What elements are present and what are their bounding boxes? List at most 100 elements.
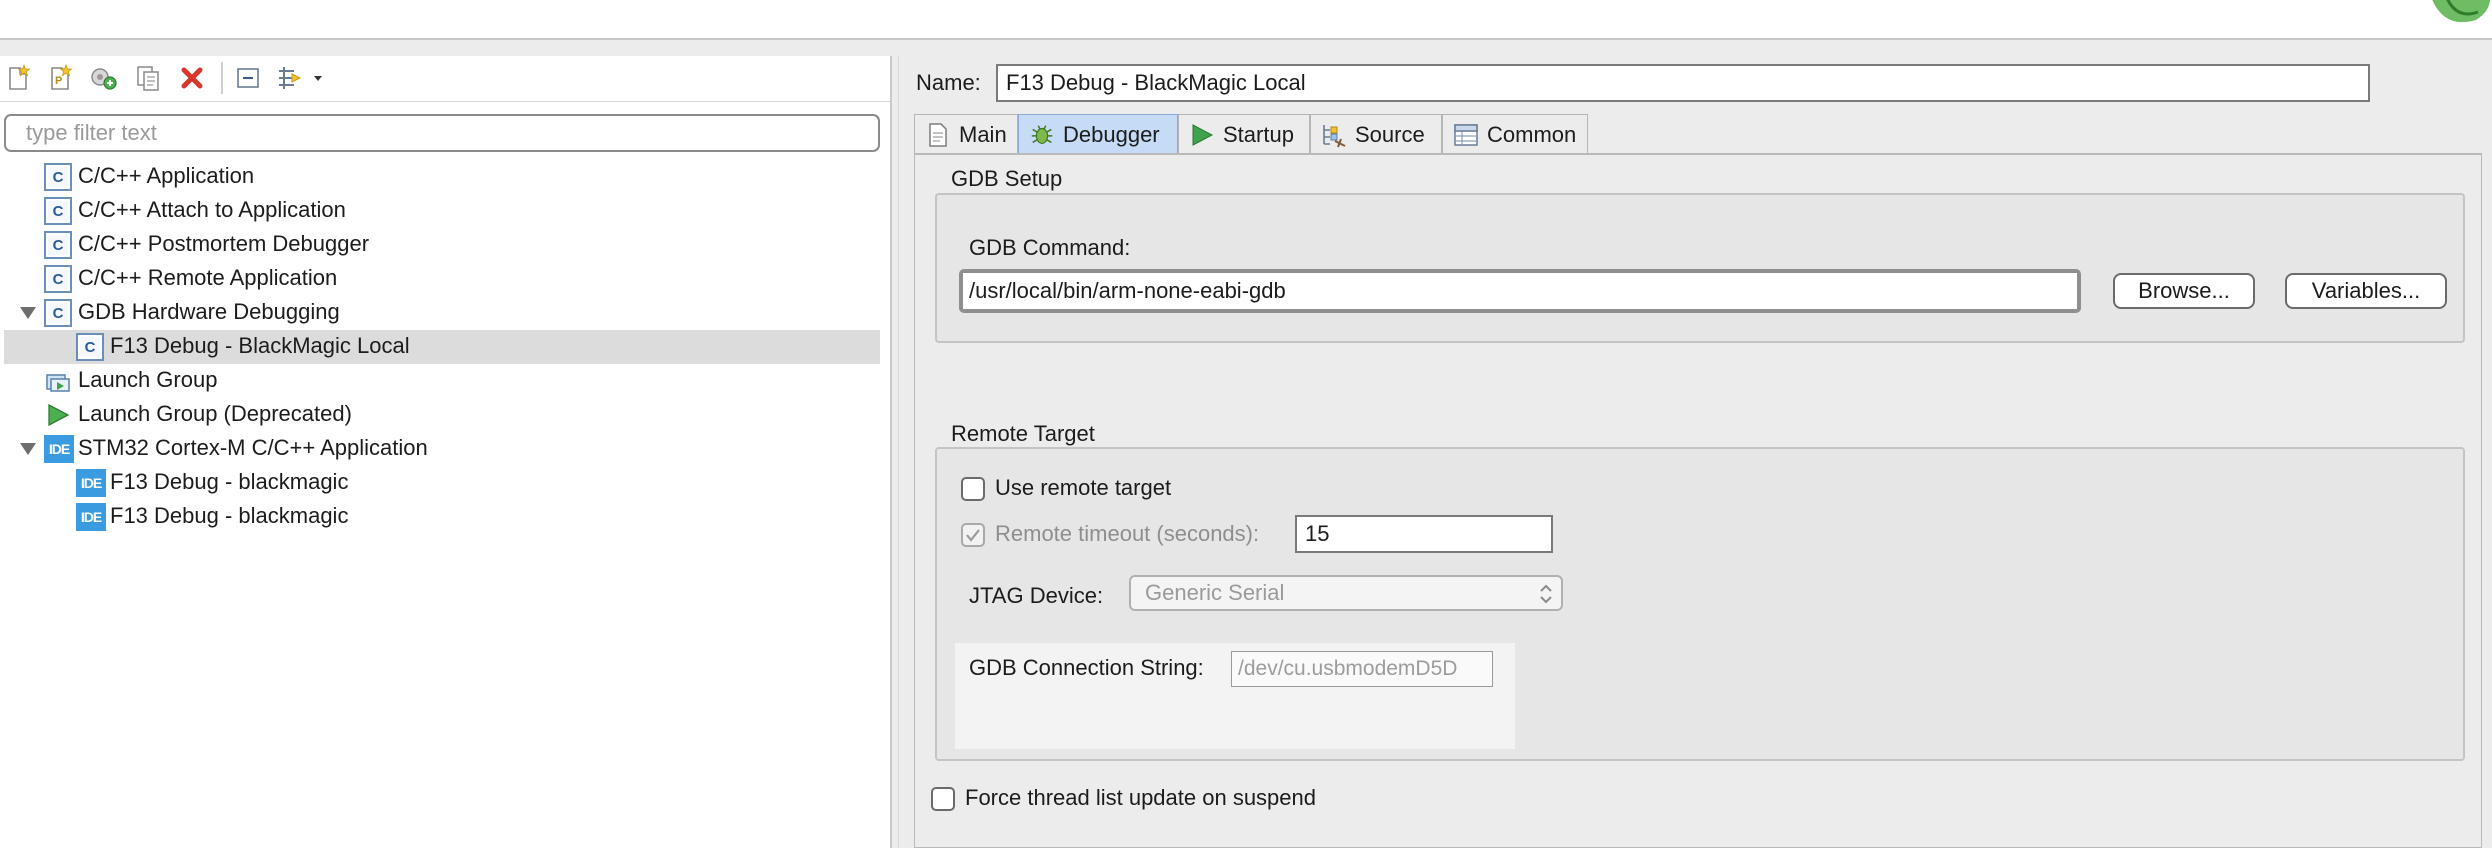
tab-debugger[interactable]: Debugger [1018, 114, 1178, 154]
tab-label: Main [959, 121, 1007, 147]
tree-item-stm32-cortex-m-application[interactable]: IDE STM32 Cortex-M C/C++ Application [4, 432, 880, 466]
remote-timeout-checkbox[interactable] [961, 523, 985, 547]
tree-item-cpp-attach[interactable]: C C/C++ Attach to Application [4, 194, 880, 228]
filter-icon [279, 67, 322, 89]
remote-timeout-label: Remote timeout (seconds): [995, 521, 1260, 546]
gdb-setup-title: GDB Setup [951, 166, 1063, 191]
ide-icon: IDE [76, 469, 106, 497]
c-icon-box: C [44, 299, 72, 327]
tab-main[interactable]: Main [914, 114, 1018, 154]
gdb-command-input[interactable] [963, 273, 2077, 309]
tree-item-f13-debug-blackmagic-2[interactable]: IDE F13 Debug - blackmagic [4, 500, 880, 534]
debugger-bug-icon [1029, 122, 1055, 148]
tree-item-f13-debug-blackmagic-local[interactable]: C F13 Debug - BlackMagic Local [4, 330, 880, 364]
tab-source[interactable]: Source [1310, 114, 1442, 154]
c-icon: C [76, 333, 104, 361]
tab-startup[interactable]: Startup [1178, 114, 1310, 154]
expand-toggle-icon[interactable] [18, 303, 38, 323]
common-table-icon [1453, 122, 1479, 148]
new-launch-config-button[interactable] [2, 62, 34, 94]
tree-item-cpp-application[interactable]: C C/C++ Application [4, 160, 880, 194]
duplicate-button[interactable] [132, 62, 164, 94]
c-icon: C [44, 299, 72, 327]
export-icon [91, 68, 117, 90]
delete-icon [181, 67, 203, 89]
tree-item-label: C/C++ Application [78, 163, 255, 188]
c-icon: C [44, 265, 72, 293]
gdb-command-field[interactable] [959, 269, 2081, 313]
gdb-command-label: GDB Command: [969, 235, 1131, 260]
use-remote-target-label: Use remote target [995, 475, 1172, 500]
export-button[interactable] [88, 62, 120, 94]
tree-item-cpp-postmortem[interactable]: C C/C++ Postmortem Debugger [4, 228, 880, 262]
force-thread-list-checkbox[interactable] [931, 787, 955, 811]
remote-target-title: Remote Target [951, 421, 1095, 446]
c-icon-box: C [76, 333, 104, 361]
source-icon [1321, 122, 1347, 148]
select-arrows-icon [1540, 584, 1552, 604]
gdb-connection-value: /dev/cu.usbmodemD5D [1238, 657, 1458, 680]
collapse-all-button[interactable] [232, 62, 264, 94]
sash-edge [898, 56, 899, 848]
tab-label: Common [1487, 121, 1577, 147]
config-name-input[interactable] [996, 64, 2370, 102]
tab-common[interactable]: Common [1442, 114, 1588, 154]
gdb-connection-input[interactable]: /dev/cu.usbmodemD5D [1231, 651, 1493, 687]
tree-item-label: Launch Group (Deprecated) [78, 401, 352, 426]
filter-input[interactable] [4, 114, 880, 152]
ide-icon-box: IDE [44, 435, 74, 463]
ide-icon: IDE [44, 435, 74, 463]
jtag-device-value: Generic Serial [1145, 580, 1285, 605]
variables-button[interactable]: Variables... [2285, 273, 2447, 309]
gdb-connection-panel: GDB Connection String: /dev/cu.usbmodemD… [955, 643, 1515, 749]
dialog-header-strip [0, 0, 2492, 40]
tree-item-label: STM32 Cortex-M C/C++ Application [78, 435, 428, 460]
tab-label: Startup [1223, 121, 1294, 147]
c-icon: C [44, 197, 72, 225]
remote-timeout-input[interactable] [1295, 515, 1553, 553]
use-remote-target-checkbox[interactable] [961, 477, 985, 501]
checkmark-icon [966, 529, 980, 542]
c-icon: C [44, 163, 72, 191]
tree-item-f13-debug-blackmagic[interactable]: IDE F13 Debug - blackmagic [4, 466, 880, 500]
launch-arrow-icon [44, 401, 72, 429]
tree-item-label: C/C++ Remote Application [78, 265, 338, 290]
tree-item-launch-group-deprecated[interactable]: Launch Group (Deprecated) [4, 398, 880, 432]
launch-config-editor-pane: Name: Main Debugger [900, 56, 2492, 848]
tree-item-label: C/C++ Attach to Application [78, 197, 346, 222]
delete-button[interactable] [176, 62, 208, 94]
force-thread-list-label: Force thread list update on suspend [965, 785, 1317, 810]
gdb-connection-label: GDB Connection String: [969, 655, 1204, 680]
tree-item-gdb-hardware-debugging[interactable]: C GDB Hardware Debugging [4, 296, 880, 330]
browse-button[interactable]: Browse... [2113, 273, 2255, 309]
config-tabs: Main Debugger Startup Source Common [914, 114, 2492, 154]
c-icon: C [44, 231, 72, 259]
filter-menu-button[interactable] [274, 62, 328, 94]
collapse-all-icon [237, 68, 259, 88]
remote-target-group: Use remote target Remote timeout (second… [935, 447, 2465, 761]
new-prototype-icon: P [51, 64, 73, 90]
c-icon-box: C [44, 231, 72, 259]
tree-item-label: GDB Hardware Debugging [78, 299, 340, 324]
gdb-setup-group: GDB Command: Browse... Variables... [935, 193, 2465, 343]
expand-toggle-icon[interactable] [18, 439, 38, 459]
svg-text:P: P [55, 75, 62, 87]
launch-configurations-dialog: P type filter text C C/C++ Application C… [0, 0, 2492, 848]
tree-item-launch-group[interactable]: Launch Group [4, 364, 880, 398]
sash[interactable] [890, 56, 892, 848]
tab-label: Source [1355, 121, 1425, 147]
launch-config-toolbar: P [0, 56, 892, 102]
tree-item-label: F13 Debug - blackmagic [110, 469, 349, 494]
tree-item-label: F13 Debug - blackmagic [110, 503, 349, 528]
tree-item-cpp-remote[interactable]: C C/C++ Remote Application [4, 262, 880, 296]
ide-icon-box: IDE [76, 503, 106, 531]
c-icon-box: C [44, 197, 72, 225]
jtag-device-select[interactable]: Generic Serial [1129, 575, 1563, 611]
launch-config-list-pane: P type filter text C C/C++ Application C… [0, 56, 892, 848]
startup-play-icon [1189, 122, 1215, 148]
ide-icon-box: IDE [76, 469, 106, 497]
new-prototype-button[interactable]: P [44, 62, 76, 94]
toolbar-separator [221, 62, 223, 94]
tree-item-label: C/C++ Postmortem Debugger [78, 231, 370, 256]
tree-item-label: F13 Debug - BlackMagic Local [110, 333, 410, 358]
